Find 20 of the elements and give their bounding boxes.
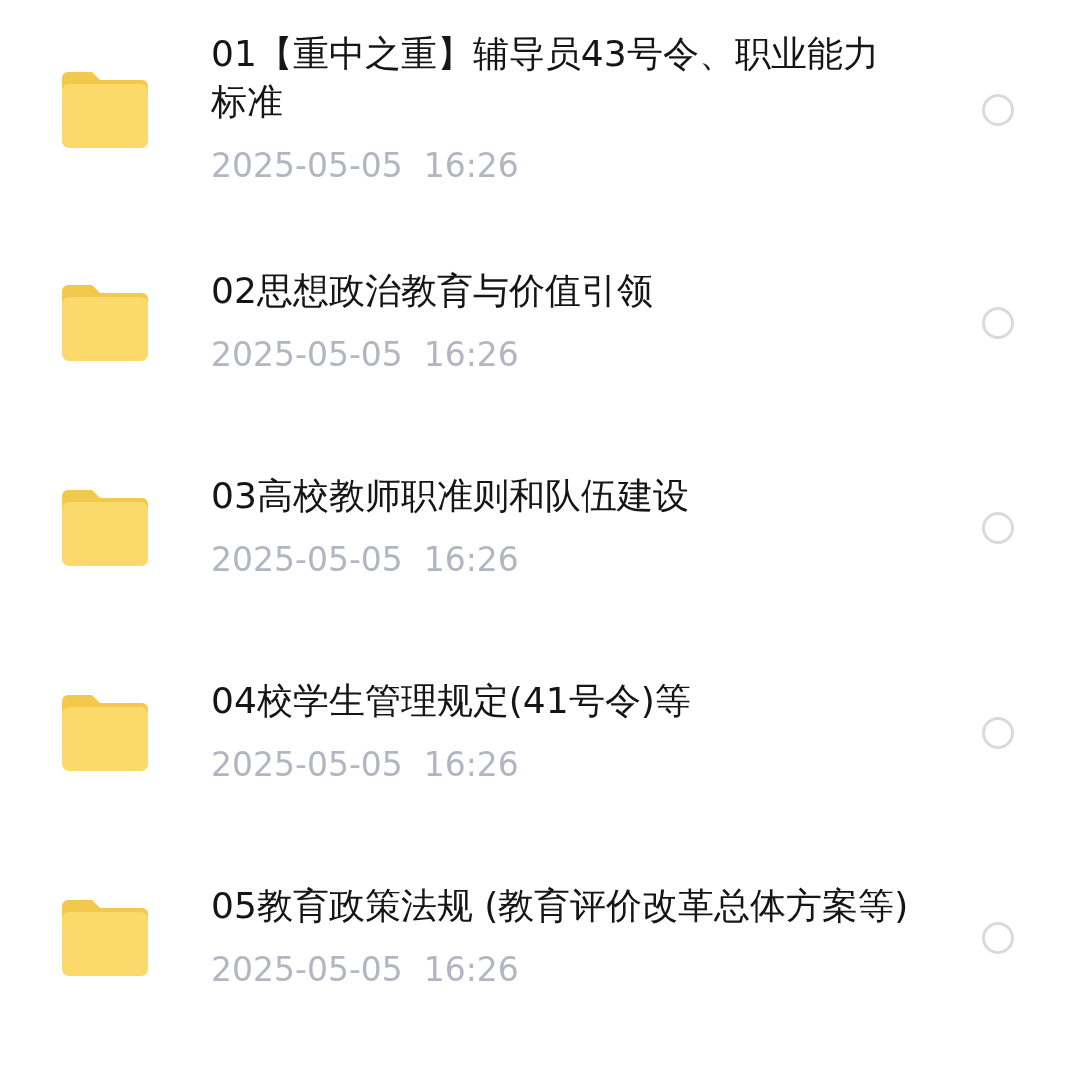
folder-name[interactable]: 03高校教师职准则和队伍建设 [211, 471, 911, 520]
select-radio[interactable] [982, 716, 1014, 749]
select-radio[interactable] [982, 921, 1014, 954]
modified-date: 2025-05-05 16:26 [211, 948, 519, 991]
select-radio[interactable] [982, 94, 1014, 126]
modified-date: 2025-05-05 16:26 [211, 145, 519, 187]
folder-icon [62, 694, 148, 771]
folder-name[interactable]: 04校学生管理规定(41号令)等 [211, 676, 911, 725]
folder-name[interactable]: 02思想政治教育与价值引领 [211, 266, 911, 315]
select-radio[interactable] [982, 306, 1014, 339]
modified-date: 2025-05-05 16:26 [211, 743, 519, 786]
folder-name[interactable]: 05教育政策法规 (教育评价改革总体方案等) [211, 881, 911, 930]
select-radio[interactable] [982, 511, 1014, 544]
modified-date: 2025-05-05 16:26 [211, 538, 519, 581]
modified-date: 2025-05-05 16:26 [211, 333, 519, 376]
folder-icon [62, 72, 148, 148]
folder-icon [62, 899, 148, 976]
folder-icon [62, 284, 148, 361]
folder-name[interactable]: 01【重中之重】辅导员43号令、职业能力标准 [211, 30, 911, 126]
folder-icon [62, 489, 148, 566]
